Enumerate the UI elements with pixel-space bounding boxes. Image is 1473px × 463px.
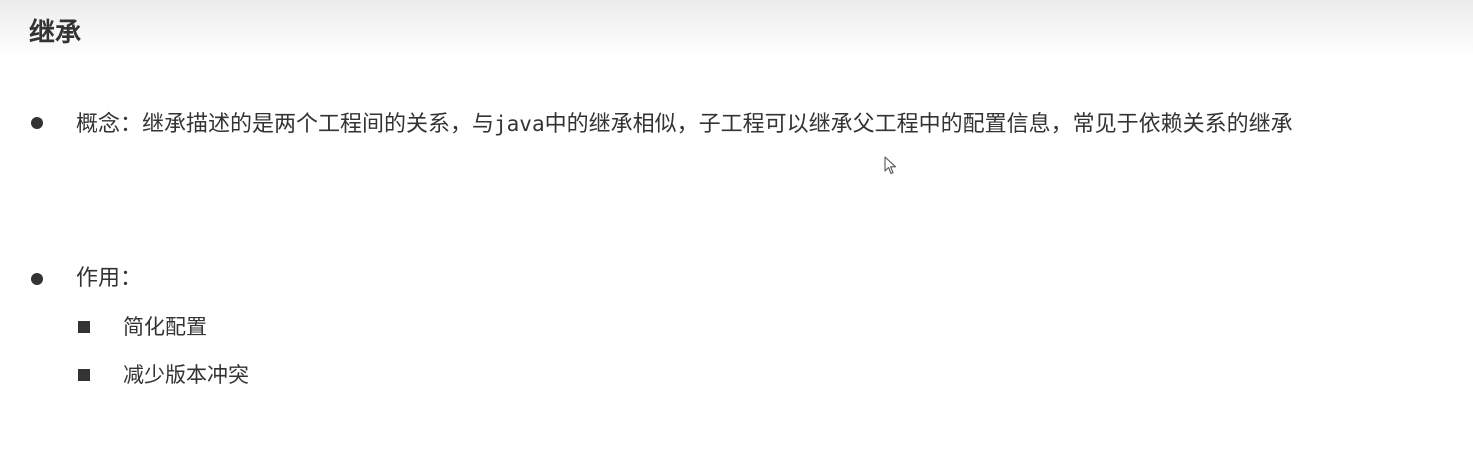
concept-text: 概念：继承描述的是两个工程间的关系，与java中的继承相似，子工程可以继承父工程… [76, 101, 1396, 148]
concept-text-start: 概念：继承描述的是两个工程间的关系，与 [76, 112, 495, 137]
concept-bullet [31, 117, 43, 129]
usage-item-1: 简化配置 [123, 315, 207, 339]
concept-text-end: 中的继承相似，子工程可以继承父工程中的配置信息，常见于依赖关系的继承 [544, 112, 1293, 137]
usage-item-1-marker [78, 321, 90, 333]
page-title: 继承 [29, 18, 82, 48]
concept-code-java: java [494, 112, 545, 136]
usage-bullet [31, 273, 43, 285]
mouse-pointer-icon [884, 156, 897, 175]
usage-item-2-marker [78, 369, 90, 381]
usage-item-2: 减少版本冲突 [123, 363, 249, 387]
slide-page: 继承 概念：继承描述的是两个工程间的关系，与java中的继承相似，子工程可以继承… [0, 0, 1473, 463]
title-bar: 继承 [0, 0, 1473, 60]
usage-label: 作用： [76, 266, 143, 291]
